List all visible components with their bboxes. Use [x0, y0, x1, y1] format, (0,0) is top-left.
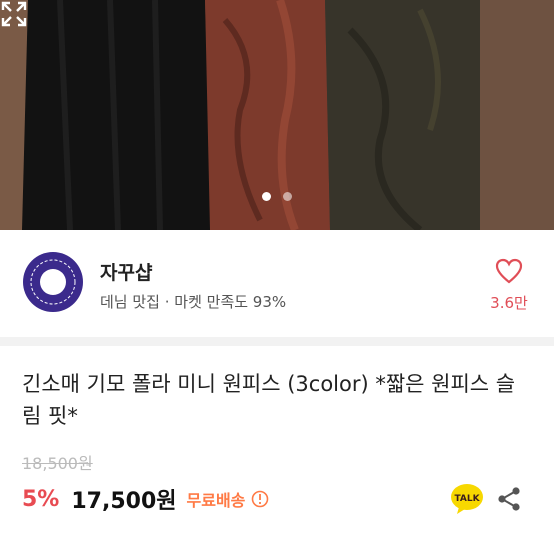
heart-icon[interactable]: [495, 258, 523, 284]
expand-icon[interactable]: [0, 0, 28, 28]
section-divider: [0, 337, 554, 346]
product-image-carousel[interactable]: [0, 0, 554, 230]
info-icon[interactable]: [251, 490, 269, 508]
kakao-talk-icon[interactable]: TALK: [450, 483, 484, 515]
share-icon[interactable]: [496, 486, 522, 512]
carousel-dot[interactable]: [283, 192, 292, 201]
sale-price: 17,500원: [71, 489, 177, 514]
shipping-badge: 무료배송: [186, 491, 246, 510]
like-count: 3.6만: [490, 294, 528, 312]
discount-rate: 5%: [22, 486, 60, 512]
shop-name[interactable]: 자꾸샵: [100, 258, 152, 285]
shop-meta: 데님 맛집 · 마켓 만족도 93%: [100, 293, 287, 311]
shop-logo[interactable]: [22, 251, 84, 313]
original-price: 18,500원: [22, 454, 93, 473]
carousel-dots: [0, 192, 554, 201]
price-row: 5% 17,500원 무료배송: [22, 482, 269, 516]
carousel-dot-active[interactable]: [262, 192, 271, 201]
svg-text:TALK: TALK: [454, 494, 480, 504]
product-title: 긴소매 기모 폴라 미니 원피스 (3color) *짧은 원피스 슬림 핏*: [22, 372, 516, 428]
